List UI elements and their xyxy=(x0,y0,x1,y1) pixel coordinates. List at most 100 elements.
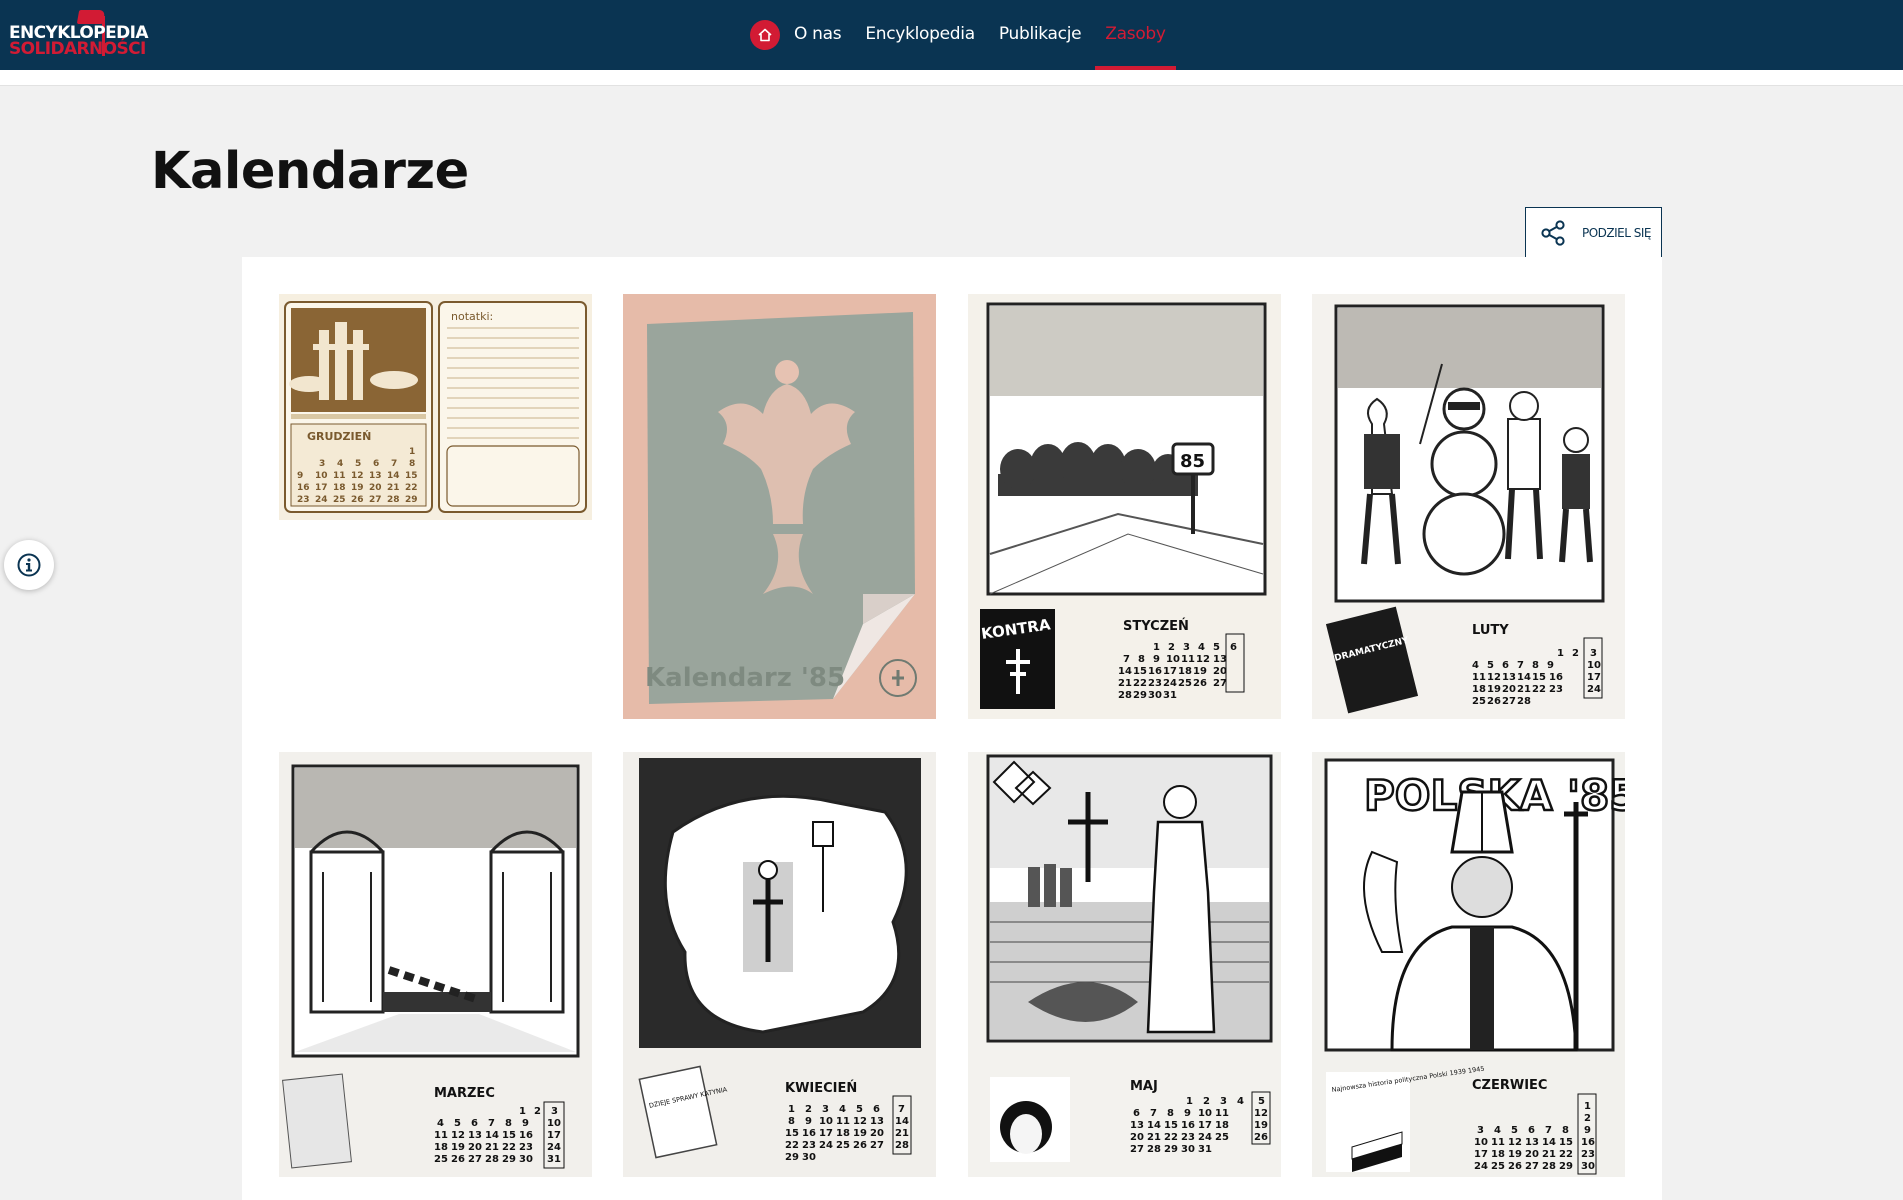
svg-text:30: 30 xyxy=(1148,690,1162,701)
svg-text:24: 24 xyxy=(315,495,328,505)
svg-text:8: 8 xyxy=(1532,660,1539,671)
svg-text:25: 25 xyxy=(333,495,346,505)
svg-text:30: 30 xyxy=(1181,1144,1195,1155)
svg-text:5: 5 xyxy=(1213,642,1220,653)
svg-text:18: 18 xyxy=(1215,1120,1229,1131)
home-button[interactable] xyxy=(750,20,780,50)
svg-text:2: 2 xyxy=(534,1106,541,1117)
gallery-item-luty[interactable]: DRAMATYCZNY LUTY 123 4 5 6 7 8 9 10 11 12 13 14 15… xyxy=(1312,294,1625,719)
calendar-image: 85 KONTRA STYCZEŃ 123456 7 8 9 10 11 12 13 14 1… xyxy=(968,294,1281,719)
month-label: MARZEC xyxy=(434,1086,495,1101)
svg-text:26: 26 xyxy=(853,1140,867,1151)
svg-text:6: 6 xyxy=(1528,1125,1535,1136)
svg-text:10: 10 xyxy=(1587,660,1601,671)
svg-text:15: 15 xyxy=(1559,1137,1573,1148)
svg-text:20: 20 xyxy=(1130,1132,1144,1143)
svg-text:2: 2 xyxy=(1203,1096,1210,1107)
svg-text:12: 12 xyxy=(351,471,364,481)
gallery-item-marzec[interactable]: MARZEC 123 4 5 6 7 8 9 10 11 12 13 14 15 16 17 18 19 2… xyxy=(279,752,592,1177)
gallery-item-kwiecien[interactable]: DZIEJE SPRAWY KATYNIA KWIECIEŃ 1234567 8… xyxy=(623,752,936,1177)
svg-text:23: 23 xyxy=(297,495,310,505)
calendar-image: MARZEC 123 4 5 6 7 8 9 10 11 12 13 14 15 16 17 18 19 2… xyxy=(279,752,592,1177)
svg-text:24: 24 xyxy=(1587,684,1601,695)
svg-text:18: 18 xyxy=(333,483,346,493)
svg-text:3: 3 xyxy=(1220,1096,1227,1107)
svg-text:3: 3 xyxy=(1477,1125,1484,1136)
nav-item-encyklopedia[interactable]: Encyklopedia xyxy=(865,0,975,70)
calendar-image: MAJ 12345 6 7 8 9 10 11 12 13 14 15 16 17 18 19 20 21… xyxy=(968,752,1281,1177)
gallery-item-cover[interactable]: Kalendarz '85 xyxy=(623,294,936,719)
share-icon xyxy=(1541,219,1565,246)
calendar-image: Kalendarz '85 xyxy=(623,294,936,719)
svg-text:30: 30 xyxy=(519,1154,533,1165)
svg-text:10: 10 xyxy=(547,1118,561,1129)
svg-text:9: 9 xyxy=(1153,654,1160,665)
svg-text:1: 1 xyxy=(519,1106,526,1117)
svg-text:25: 25 xyxy=(836,1140,850,1151)
road-sign-text: 85 xyxy=(1180,451,1205,472)
gallery-item-maj[interactable]: MAJ 12345 6 7 8 9 10 11 12 13 14 15 16 17 18 19 20 21… xyxy=(968,752,1281,1177)
gallery-item-grudzien[interactable]: GRUDZIEŃ 1 3 4 5 6 7 8 9 10 11 12 13 14 15 16 17 18 19… xyxy=(279,294,592,520)
svg-text:26: 26 xyxy=(1254,1132,1268,1143)
svg-text:6: 6 xyxy=(471,1118,478,1129)
svg-text:21: 21 xyxy=(1542,1149,1556,1160)
svg-text:31: 31 xyxy=(547,1154,561,1165)
svg-text:22: 22 xyxy=(1559,1149,1573,1160)
share-button[interactable]: PODZIEL SIĘ xyxy=(1525,207,1662,258)
svg-text:27: 27 xyxy=(468,1154,482,1165)
svg-text:8: 8 xyxy=(505,1118,512,1129)
svg-text:19: 19 xyxy=(1254,1120,1268,1131)
nav-item-zasoby[interactable]: Zasoby xyxy=(1095,0,1177,70)
svg-text:13: 13 xyxy=(1525,1137,1539,1148)
svg-text:4: 4 xyxy=(1472,660,1479,671)
svg-text:23: 23 xyxy=(802,1140,816,1151)
svg-text:26: 26 xyxy=(1487,696,1501,707)
nav-item-o-nas[interactable]: O nas xyxy=(794,0,842,70)
svg-text:16: 16 xyxy=(1549,672,1563,683)
svg-text:22: 22 xyxy=(405,483,418,493)
svg-text:17: 17 xyxy=(1198,1120,1212,1131)
svg-text:16: 16 xyxy=(1581,1137,1595,1148)
svg-text:21: 21 xyxy=(895,1128,909,1139)
svg-text:16: 16 xyxy=(297,483,310,493)
share-label: PODZIEL SIĘ xyxy=(1582,225,1652,240)
calendar-image: DZIEJE SPRAWY KATYNIA KWIECIEŃ 1234567 8… xyxy=(623,752,936,1177)
svg-text:5: 5 xyxy=(1511,1125,1518,1136)
svg-text:13: 13 xyxy=(468,1130,482,1141)
svg-text:6: 6 xyxy=(1502,660,1509,671)
site-logo[interactable]: ENCYKLOPEDIA SOLIDARNOŚCI xyxy=(9,10,149,60)
svg-text:31: 31 xyxy=(1198,1144,1212,1155)
svg-text:27: 27 xyxy=(870,1140,884,1151)
svg-text:1: 1 xyxy=(409,447,415,457)
svg-text:24: 24 xyxy=(1163,678,1177,689)
svg-text:16: 16 xyxy=(802,1128,816,1139)
gallery-item-czerwiec[interactable]: POLSKA '85 Najnowsza historia polityczna… xyxy=(1312,752,1625,1177)
svg-text:4: 4 xyxy=(1198,642,1205,653)
svg-text:23: 23 xyxy=(1581,1149,1595,1160)
svg-text:15: 15 xyxy=(405,471,418,481)
svg-text:5: 5 xyxy=(454,1118,461,1129)
svg-text:13: 13 xyxy=(870,1116,884,1127)
svg-text:1: 1 xyxy=(788,1104,795,1115)
svg-text:7: 7 xyxy=(1517,660,1524,671)
svg-text:29: 29 xyxy=(1559,1161,1573,1172)
top-navigation-bar: ENCYKLOPEDIA SOLIDARNOŚCI O nas Encyklop… xyxy=(0,0,1903,70)
svg-text:14: 14 xyxy=(1147,1120,1161,1131)
accessibility-info-button[interactable] xyxy=(4,540,54,590)
svg-text:6: 6 xyxy=(873,1104,880,1115)
gallery-item-styczen[interactable]: 85 KONTRA STYCZEŃ 123456 7 8 9 10 11 12 13 14 1… xyxy=(968,294,1281,719)
svg-text:8: 8 xyxy=(409,459,415,469)
svg-text:27: 27 xyxy=(1502,696,1516,707)
svg-text:11: 11 xyxy=(1491,1137,1505,1148)
svg-text:21: 21 xyxy=(387,483,400,493)
svg-text:9: 9 xyxy=(1184,1108,1191,1119)
svg-text:17: 17 xyxy=(1474,1149,1488,1160)
svg-text:18: 18 xyxy=(1178,666,1192,677)
svg-text:28: 28 xyxy=(895,1140,909,1151)
svg-text:28: 28 xyxy=(1542,1161,1556,1172)
svg-text:12: 12 xyxy=(1487,672,1501,683)
month-label: CZERWIEC xyxy=(1472,1078,1547,1093)
svg-text:15: 15 xyxy=(785,1128,799,1139)
svg-text:28: 28 xyxy=(1147,1144,1161,1155)
nav-item-publikacje[interactable]: Publikacje xyxy=(999,0,1082,70)
